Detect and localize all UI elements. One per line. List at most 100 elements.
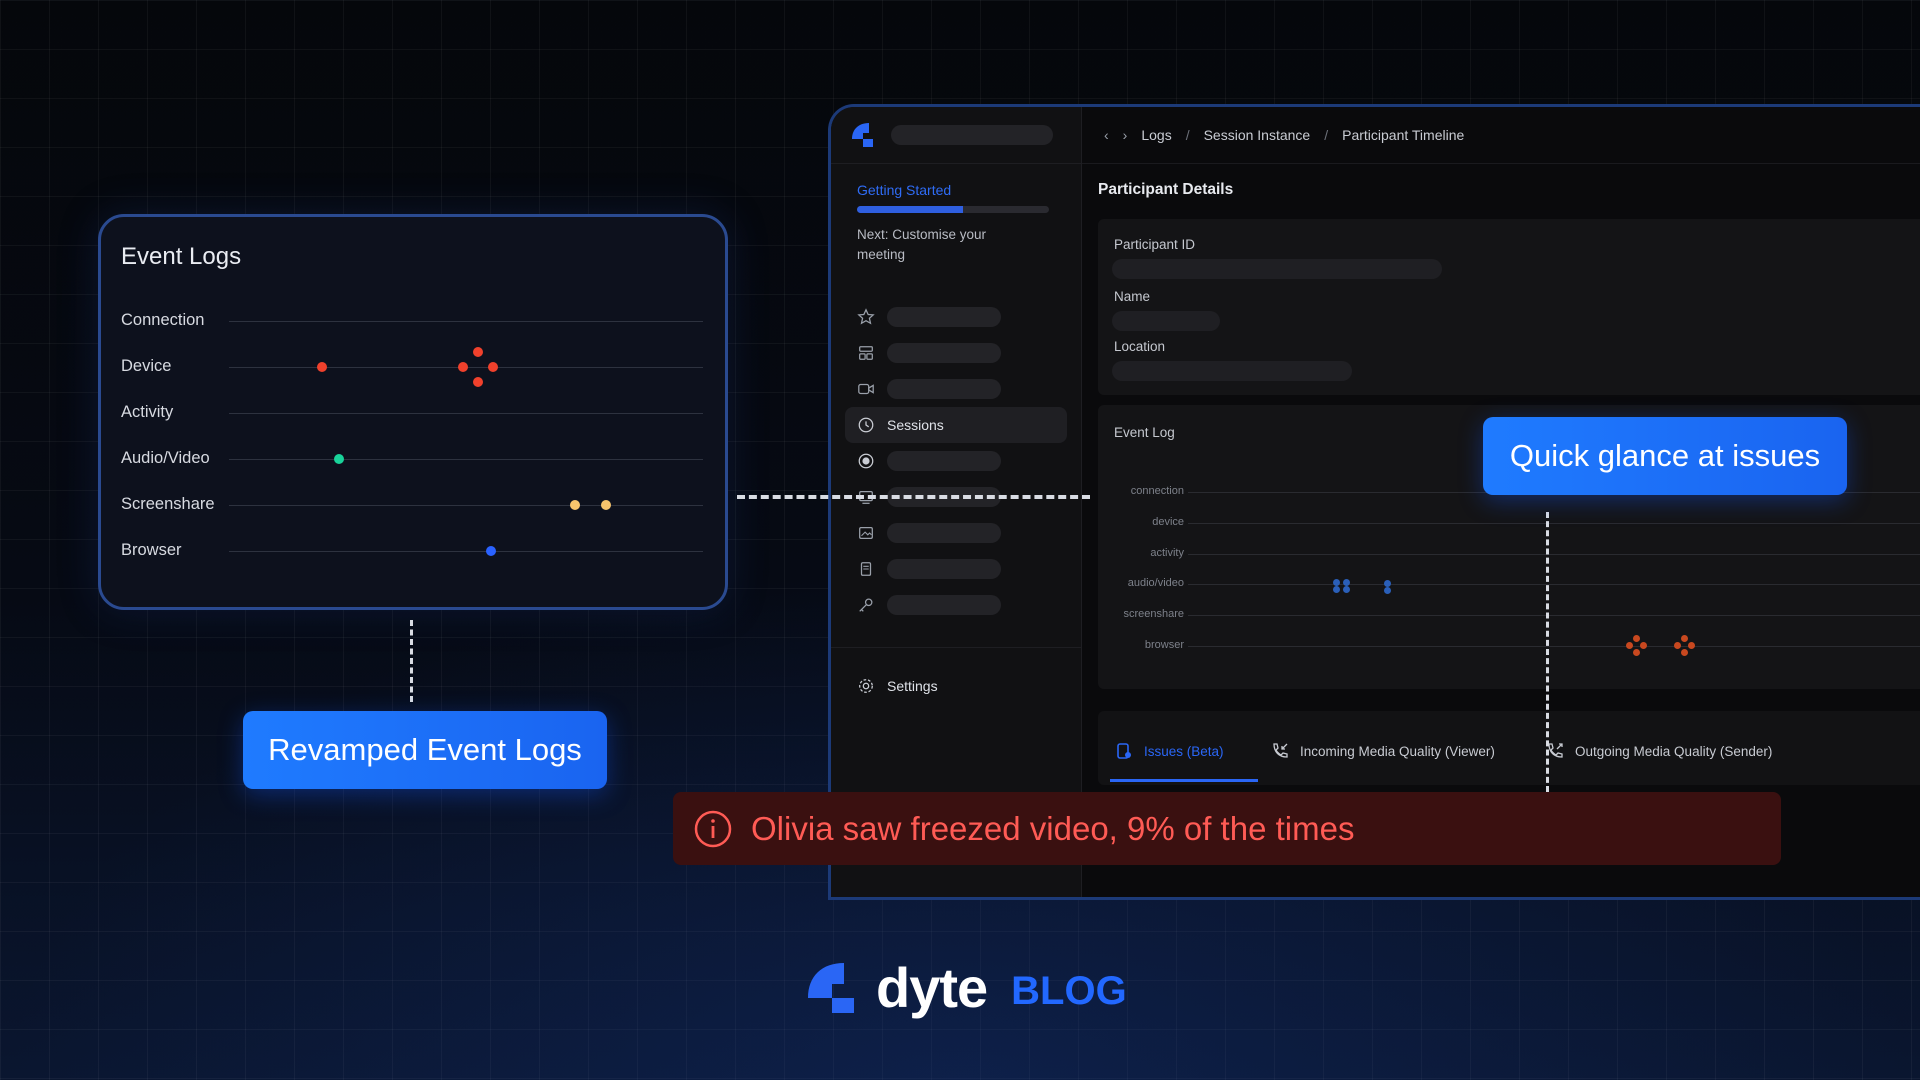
info-circle-icon [694,810,732,847]
tab-label: Issues (Beta) [1144,743,1224,759]
callout-revamped-event-logs: Revamped Event Logs [243,711,607,789]
workspace-selector[interactable] [891,125,1053,145]
sidebar-item-layouts[interactable] [845,335,1067,371]
video-camera-icon [858,383,874,395]
event-logs-title: Event Logs [121,243,242,270]
name-label: Name [1114,289,1151,304]
location-value [1112,361,1352,381]
event-log-row-label: audio/video [1127,577,1184,589]
tab-incoming-media-quality[interactable]: Incoming Media Quality (Viewer) [1270,741,1495,761]
event-dot-device[interactable] [473,347,483,357]
alert-text: Olivia saw freezed video, 9% of the time… [751,809,1355,847]
event-dot[interactable] [1633,635,1640,642]
image-icon [859,526,873,540]
connector-line [410,620,413,702]
event-logs-card: Event Logs Connection Device Activity Au… [98,214,728,610]
issue-alert: Olivia saw freezed video, 9% of the time… [673,792,1781,865]
event-logs-row-label: Browser [121,541,182,559]
app-window: Getting Started Next: Customise your mee… [828,104,1920,900]
tab-label: Outgoing Media Quality (Sender) [1575,743,1773,759]
clock-icon [858,417,874,433]
dyte-logo-icon [849,121,877,149]
participant-details-card: Participant ID Name Location [1098,219,1920,395]
issues-icon [1117,743,1131,759]
event-dot-browser[interactable] [486,546,496,556]
sidebar-item-settings[interactable]: Settings [845,668,1067,704]
event-dot[interactable] [1688,642,1695,649]
participant-id-label: Participant ID [1114,237,1196,252]
event-log-row-label: connection [1130,485,1184,497]
event-dot-device[interactable] [458,362,468,372]
incoming-call-icon [1273,743,1288,758]
document-icon [860,562,872,576]
event-logs-row-label: Audio/Video [121,449,210,467]
event-dot-audio-video[interactable] [334,454,344,464]
event-log-row-label: browser [1144,639,1184,651]
breadcrumb-item-session-instance[interactable]: Session Instance [1204,127,1311,143]
event-logs-row-label: Device [121,357,172,375]
page-title: Participant Details [1098,181,1234,198]
breadcrumb-item-logs[interactable]: Logs [1141,127,1171,143]
event-dot[interactable] [1384,580,1391,587]
sidebar-item-label: Sessions [887,417,944,433]
sidebar-item-billing[interactable] [845,551,1067,587]
key-icon [859,598,873,612]
tab-bar: Issues (Beta) Incoming Media Quality (Vi… [1098,711,1920,785]
sidebar-item-label: Settings [887,678,938,694]
event-dot[interactable] [1343,586,1350,593]
dyte-logo-icon [808,962,854,1013]
sidebar-item-recordings[interactable] [845,443,1067,479]
event-log-row-label: screenshare [1123,608,1184,620]
sidebar-item-favorites[interactable] [845,299,1067,335]
event-dot[interactable] [1626,642,1633,649]
tab-outgoing-media-quality[interactable]: Outgoing Media Quality (Sender) [1545,741,1772,761]
sidebar-item-webhooks[interactable] [845,515,1067,551]
sidebar-item-meetings[interactable] [845,371,1067,407]
layout-icon [859,346,873,360]
record-icon [858,453,874,469]
getting-started-title: Getting Started [857,182,952,198]
event-dot[interactable] [1681,635,1688,642]
event-dot-device[interactable] [473,377,483,387]
callout-quick-glance: Quick glance at issues [1483,417,1847,495]
breadcrumb-item-participant-timeline: Participant Timeline [1342,127,1465,143]
event-dot[interactable] [1343,579,1350,586]
event-dot-device[interactable] [488,362,498,372]
event-logs-row-label: Connection [121,311,205,329]
event-dot-screenshare[interactable] [601,500,611,510]
participant-id-value [1112,259,1442,279]
getting-started-next: Next: Customise your meeting [857,227,987,262]
sidebar: Getting Started Next: Customise your mee… [831,107,1082,897]
name-value [1112,311,1220,331]
tab-label: Incoming Media Quality (Viewer) [1300,743,1495,759]
event-logs-row-label: Activity [121,403,174,421]
event-dot[interactable] [1681,649,1688,656]
sidebar-header [831,107,1081,164]
connector-line [737,495,1090,499]
gear-icon [859,679,873,693]
event-dot[interactable] [1333,579,1340,586]
event-dot[interactable] [1640,642,1647,649]
getting-started[interactable]: Getting Started Next: Customise your mee… [831,164,1081,265]
main-content: ‹ › Logs / Session Instance / Participan… [1082,107,1920,897]
event-dot[interactable] [1384,587,1391,594]
breadcrumb: ‹ › Logs / Session Instance / Participan… [1082,107,1920,164]
brand-blog: BLOG [1011,969,1127,1013]
event-log-row-label: activity [1150,547,1184,559]
event-dot[interactable] [1674,642,1681,649]
event-dot-device[interactable] [317,362,327,372]
star-icon [857,308,875,325]
back-arrow-icon[interactable]: ‹ [1104,127,1109,143]
event-dot-screenshare[interactable] [570,500,580,510]
event-logs-row-label: Screenshare [121,495,215,513]
event-dot[interactable] [1633,649,1640,656]
event-dot[interactable] [1333,586,1340,593]
sidebar-item-api-keys[interactable] [845,587,1067,623]
event-log-row-label: device [1152,516,1184,528]
sidebar-item-sessions[interactable]: Sessions [845,407,1067,443]
location-label: Location [1114,339,1166,354]
getting-started-progress [857,206,1049,213]
forward-arrow-icon[interactable]: › [1123,127,1128,143]
brand-footer: dyte BLOG [806,955,1127,1020]
tab-issues[interactable]: Issues (Beta) [1114,741,1224,761]
